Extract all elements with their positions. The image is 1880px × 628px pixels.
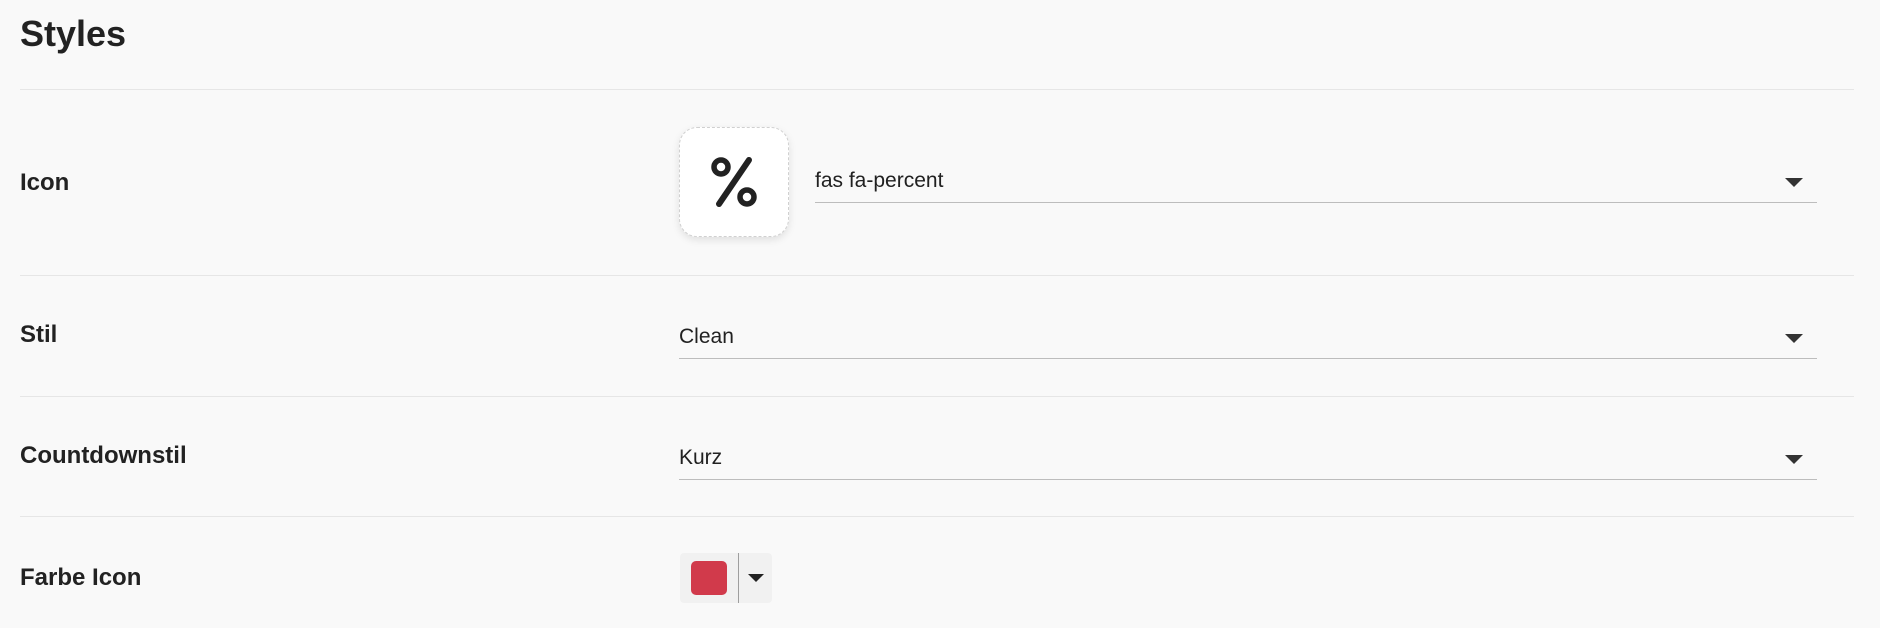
color-swatch[interactable] — [691, 561, 727, 595]
divider — [20, 516, 1854, 517]
countdown-select[interactable]: Kurz — [679, 439, 1817, 480]
icon-select[interactable]: fas fa-percent — [815, 162, 1817, 203]
icon-label: Icon — [20, 169, 70, 196]
divider — [20, 396, 1854, 397]
countdown-select-value: Kurz — [679, 446, 723, 469]
chevron-down-icon[interactable] — [748, 574, 764, 582]
chevron-down-icon — [1785, 334, 1803, 343]
countdown-label: Countdownstil — [20, 442, 187, 469]
icon-preview[interactable] — [679, 127, 789, 237]
section-title: Styles — [20, 13, 127, 54]
percent-icon — [711, 157, 757, 207]
stil-label: Stil — [20, 321, 58, 348]
chevron-down-icon — [1785, 455, 1803, 464]
divider — [20, 275, 1854, 276]
styles-panel: Styles Icon fas fa-percent Stil Clean Co… — [0, 0, 1880, 628]
farbe-icon-label: Farbe Icon — [20, 564, 142, 591]
stil-select-value: Clean — [679, 325, 734, 348]
picker-separator — [738, 553, 739, 603]
icon-select-value: fas fa-percent — [815, 169, 944, 192]
divider — [20, 89, 1854, 90]
color-picker[interactable] — [680, 553, 772, 603]
chevron-down-icon — [1785, 178, 1803, 187]
stil-select[interactable]: Clean — [679, 318, 1817, 359]
